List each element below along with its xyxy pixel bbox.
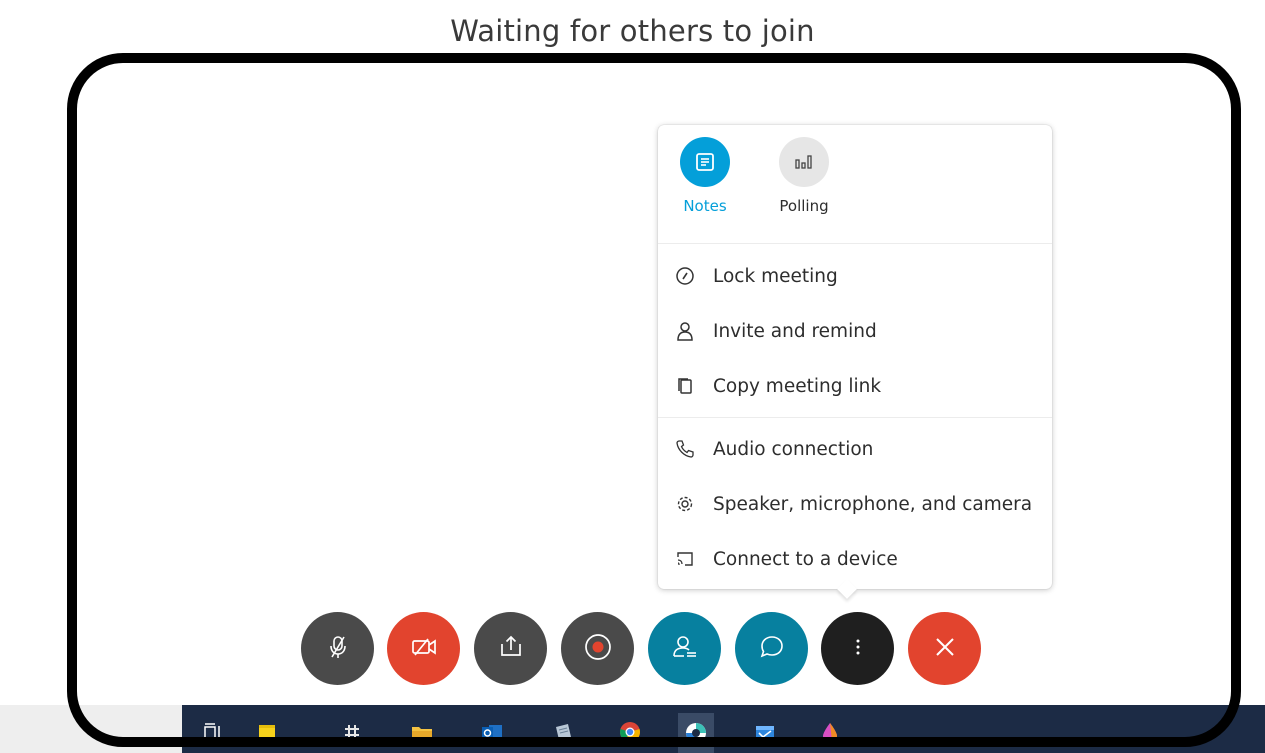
leave-meeting-button[interactable] <box>908 612 981 685</box>
microphone-muted-icon <box>324 633 352 665</box>
calendar-app-icon[interactable] <box>747 715 783 749</box>
audio-connection-item[interactable]: Audio connection <box>658 429 1052 469</box>
connect-to-device-label: Connect to a device <box>713 548 898 570</box>
chat-button[interactable] <box>735 612 808 685</box>
notes-icon <box>680 137 730 187</box>
copy-icon <box>674 375 696 397</box>
chrome-icon[interactable] <box>612 715 648 749</box>
cast-device-icon <box>674 548 696 570</box>
invite-and-remind-item[interactable]: Invite and remind <box>658 311 1052 351</box>
apps-row: Notes Polling <box>658 125 1052 243</box>
lock-meeting-item[interactable]: Lock meeting <box>658 256 1052 296</box>
task-view-icon[interactable] <box>196 715 232 749</box>
phone-icon <box>674 438 696 460</box>
menu-separator <box>658 243 1052 244</box>
paint-icon[interactable] <box>812 715 848 749</box>
slack-icon[interactable] <box>334 715 370 749</box>
menu-separator <box>658 417 1052 418</box>
record-button[interactable] <box>561 612 634 685</box>
windows-taskbar <box>182 705 1265 753</box>
popup-pointer <box>837 579 857 599</box>
speaker-microphone-camera-item[interactable]: Speaker, microphone, and camera <box>658 484 1052 524</box>
mute-button[interactable] <box>301 612 374 685</box>
more-vertical-icon <box>853 635 863 663</box>
copy-meeting-link-item[interactable]: Copy meeting link <box>658 366 1052 406</box>
chat-icon <box>758 633 786 665</box>
polling-app[interactable]: Polling <box>769 137 839 215</box>
outlook-icon[interactable] <box>474 715 510 749</box>
audio-connection-label: Audio connection <box>713 438 874 460</box>
sticky-notes-icon[interactable] <box>249 715 285 749</box>
notes-label: Notes <box>683 197 727 215</box>
taskbar-left-area <box>0 705 182 753</box>
camera-off-icon <box>409 633 439 665</box>
notepad-icon[interactable] <box>545 715 581 749</box>
notes-app[interactable]: Notes <box>670 137 740 215</box>
gear-icon <box>674 493 696 515</box>
more-options-menu: Notes Polling Lock meeting Invite and re… <box>658 125 1052 599</box>
share-icon <box>497 633 525 665</box>
polling-label: Polling <box>779 197 829 215</box>
page-heading: Waiting for others to join <box>450 14 815 48</box>
record-icon <box>583 632 613 666</box>
lock-meeting-label: Lock meeting <box>713 265 838 287</box>
person-icon <box>674 320 696 342</box>
share-button[interactable] <box>474 612 547 685</box>
speaker-microphone-camera-label: Speaker, microphone, and camera <box>713 493 1033 515</box>
more-options-button[interactable] <box>821 612 894 685</box>
participants-button[interactable] <box>648 612 721 685</box>
meeting-window: Waiting for others to join Notes Polling… <box>0 0 1265 753</box>
lock-meeting-icon <box>674 265 696 287</box>
invite-and-remind-label: Invite and remind <box>713 320 877 342</box>
file-explorer-icon[interactable] <box>404 715 440 749</box>
participants-icon <box>670 633 700 665</box>
close-icon <box>933 635 957 663</box>
stop-video-button[interactable] <box>387 612 460 685</box>
webex-icon[interactable] <box>678 713 714 753</box>
polling-icon <box>779 137 829 187</box>
connect-to-device-item[interactable]: Connect to a device <box>658 539 1052 579</box>
copy-meeting-link-label: Copy meeting link <box>713 375 882 397</box>
